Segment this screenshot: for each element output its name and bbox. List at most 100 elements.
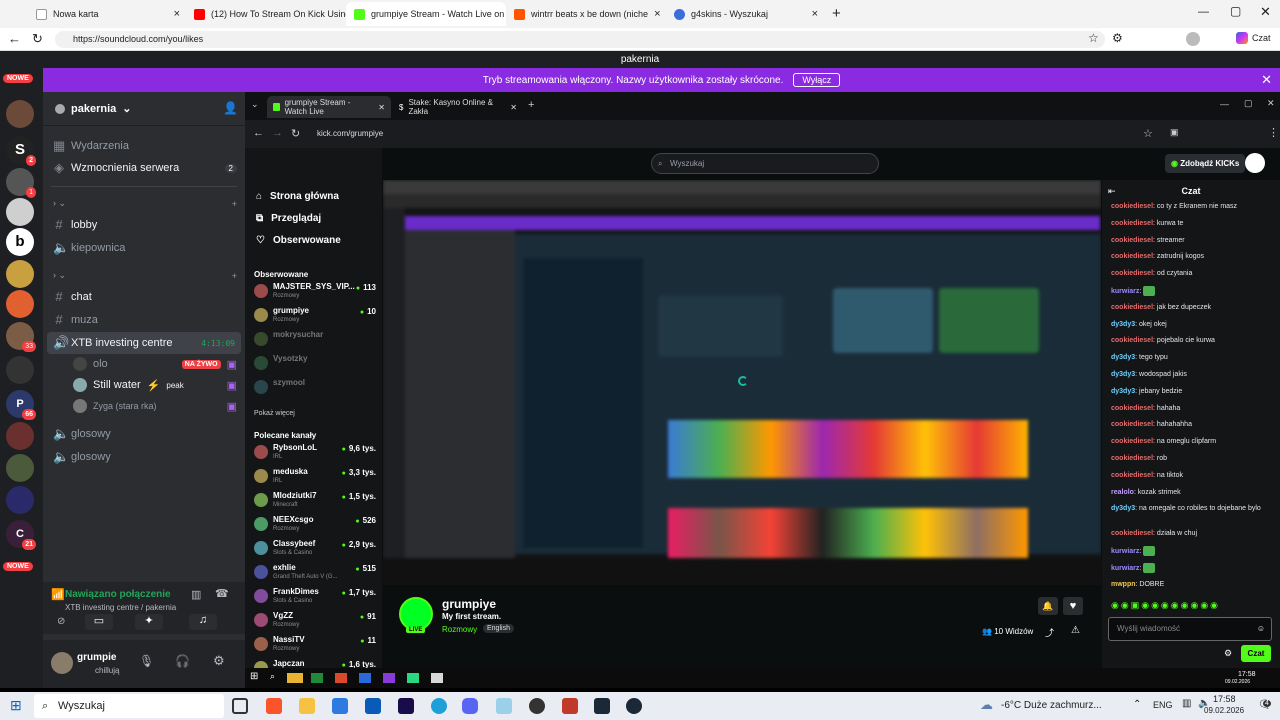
channel-kiepownica[interactable]: 🔈 kiepownica: [53, 240, 237, 256]
chat-username[interactable]: cookiediesel: [1111, 438, 1153, 445]
screen-share-button[interactable]: ▭: [85, 614, 113, 630]
headphones-icon[interactable]: 🎧: [175, 654, 190, 668]
close-icon[interactable]: ×: [812, 8, 818, 20]
inner-url[interactable]: kick.com/grumpiye: [317, 129, 383, 138]
noise-suppression-icon[interactable]: ▥: [191, 588, 201, 601]
chat-username[interactable]: kurwiarz: [1111, 565, 1139, 572]
emoji-icon[interactable]: ☺: [1257, 618, 1265, 640]
chat-username[interactable]: dy3dy3: [1111, 354, 1135, 361]
nav-browse[interactable]: ⧉ Przeglądaj: [256, 213, 321, 224]
server-icon[interactable]: C 21: [6, 520, 36, 550]
voice-user[interactable]: Still water ⚡ peak ▣: [73, 378, 237, 392]
invite-icon[interactable]: 👤: [223, 101, 238, 115]
chat-username[interactable]: dy3dy3: [1111, 321, 1135, 328]
outlook-icon[interactable]: [365, 698, 381, 714]
browser-tab[interactable]: Nowa karta ×: [28, 2, 188, 26]
stream-language[interactable]: English: [483, 624, 514, 633]
server-icon[interactable]: [6, 198, 34, 226]
chat-username[interactable]: cookiediesel: [1111, 304, 1153, 311]
notification-bell-button[interactable]: 🔔: [1038, 597, 1058, 615]
chat-username[interactable]: cookiediesel: [1111, 253, 1153, 260]
steam-icon[interactable]: [626, 698, 642, 714]
settings-gear-icon[interactable]: ⚙: [213, 653, 225, 669]
app-icon[interactable]: [529, 698, 545, 714]
server-header[interactable]: pakernia ⌄: [55, 102, 131, 115]
clock-date[interactable]: 09.02.2026: [1204, 706, 1244, 715]
new-badge[interactable]: NOWE: [3, 74, 33, 83]
weather-icon[interactable]: ☁: [980, 697, 993, 713]
channel-row[interactable]: RybsonLoL IRL 9,6 tys.: [254, 443, 376, 465]
browser-tab[interactable]: (12) How To Stream On Kick Using ×: [186, 2, 346, 26]
channel-xtb-voice[interactable]: 🔊 XTB investing centre 4:13:09: [47, 332, 241, 354]
close-icon[interactable]: ×: [174, 8, 180, 20]
file-explorer-icon[interactable]: [299, 698, 315, 714]
share-icon[interactable]: ⤴: [1045, 626, 1054, 639]
microphone-icon[interactable]: 🎙: [139, 654, 154, 668]
inner-tab-active[interactable]: grumpiye Stream - Watch Live ✕: [267, 96, 391, 118]
new-badge[interactable]: NOWE: [3, 562, 33, 571]
favorites-icon[interactable]: ☆: [1088, 31, 1099, 45]
nav-following[interactable]: ♡ Obserwowane: [256, 235, 341, 246]
browser-tab[interactable]: g4skins - Wyszukaj ×: [666, 2, 826, 26]
streamer-avatar[interactable]: [399, 597, 433, 631]
channel-row[interactable]: szymool: [254, 378, 376, 400]
disconnect-icon[interactable]: ☎: [215, 587, 229, 600]
chat-username[interactable]: cookiediesel: [1111, 405, 1153, 412]
search-icon[interactable]: ⌕: [270, 671, 275, 682]
chat-username[interactable]: kurwiarz: [1111, 548, 1139, 555]
chat-username[interactable]: mwppn: [1111, 581, 1136, 588]
server-icon[interactable]: P 66: [6, 390, 36, 420]
taskbar-search-input[interactable]: ⌕ Wyszukaj: [34, 694, 224, 718]
category-collapse[interactable]: › ⌄ +: [53, 198, 237, 209]
channel-lobby[interactable]: # lobby: [53, 217, 237, 232]
server-icon[interactable]: b: [6, 228, 34, 256]
server-icon[interactable]: [6, 290, 34, 318]
maximize-icon[interactable]: ▢: [1244, 98, 1253, 109]
chat-username[interactable]: kurwiarz: [1111, 288, 1139, 295]
voice-channel-path[interactable]: XTB investing centre / pakernia: [65, 603, 176, 612]
chat-settings-icon[interactable]: ⚙: [1224, 648, 1232, 659]
channel-row[interactable]: Classybeef Slots & Casino 2,9 tys.: [254, 539, 376, 561]
forward-icon[interactable]: →: [272, 127, 283, 139]
network-icon[interactable]: ▥: [1182, 698, 1191, 709]
store-icon[interactable]: [332, 698, 348, 714]
close-icon[interactable]: ✕: [1261, 72, 1272, 88]
server-icon[interactable]: [6, 486, 34, 514]
task-view-icon[interactable]: [232, 698, 248, 714]
app-icon[interactable]: [496, 698, 512, 714]
maximize-icon[interactable]: ▢: [1230, 4, 1241, 18]
discord-icon[interactable]: [462, 698, 478, 714]
chat-username[interactable]: cookiediesel: [1111, 270, 1153, 277]
search-input[interactable]: ⌕ Wyszukaj: [651, 153, 879, 174]
server-icon[interactable]: 1: [6, 168, 36, 198]
chat-username[interactable]: dy3dy3: [1111, 505, 1135, 512]
server-icon[interactable]: [6, 454, 34, 482]
voice-user[interactable]: olo NA ŻYWO ▣: [73, 357, 237, 371]
channel-row[interactable]: mokrysuchar: [254, 330, 376, 352]
streamer-name[interactable]: grumpiye: [442, 597, 496, 611]
channel-row[interactable]: exhlie Grand Theft Auto V (G... 515: [254, 563, 376, 585]
report-icon[interactable]: ⚠: [1071, 625, 1080, 636]
video-player[interactable]: [383, 180, 1101, 585]
chat-username[interactable]: dy3dy3: [1111, 388, 1135, 395]
channel-glosowy[interactable]: 🔈 glosowy: [53, 449, 237, 465]
server-icon[interactable]: S2: [6, 136, 36, 166]
chat-username[interactable]: cookiediesel: [1111, 220, 1153, 227]
browser-tab-active[interactable]: grumpiye Stream - Watch Live on ×: [346, 2, 506, 26]
back-icon[interactable]: ←: [8, 31, 21, 46]
soundboard-button[interactable]: ♫: [189, 614, 217, 630]
close-icon[interactable]: ✕: [510, 103, 517, 112]
browser-tab[interactable]: wintrr beats x be down (niche ×: [506, 2, 666, 26]
copilot-icon[interactable]: [1236, 32, 1248, 44]
extensions-icon[interactable]: ▣: [1170, 127, 1179, 138]
get-kicks-button[interactable]: ◉ Zdobądź KICKs: [1165, 154, 1246, 173]
channel-row[interactable]: meduska IRL 3,3 tys.: [254, 467, 376, 489]
url-field[interactable]: https://soundcloud.com/you/likes: [55, 31, 1105, 48]
chat-username[interactable]: cookiediesel: [1111, 237, 1153, 244]
channel-muza[interactable]: # muza: [53, 312, 237, 327]
category-collapse[interactable]: › ⌄ +: [53, 270, 237, 281]
chat-username[interactable]: cookiediesel: [1111, 455, 1153, 462]
chat-username[interactable]: cookiediesel: [1111, 421, 1153, 428]
channel-row[interactable]: Vysotzky: [254, 354, 376, 376]
boosts-item[interactable]: ◈ Wzmocnienia serwera 2: [53, 160, 237, 176]
